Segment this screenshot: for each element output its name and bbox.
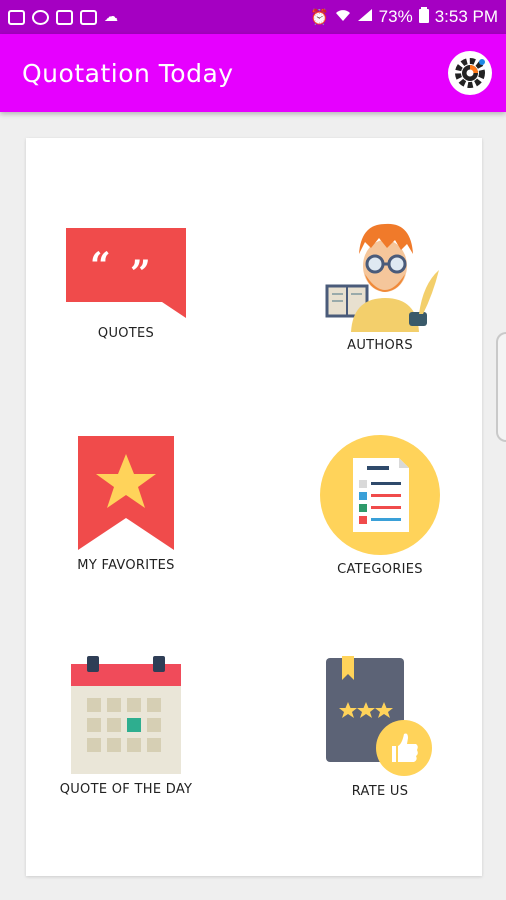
menu-label-rate-us: RATE US <box>351 784 409 799</box>
notification-icons: ☁ <box>8 9 118 25</box>
quote-bubble-icon: “ ” <box>66 228 186 318</box>
authors-button[interactable]: AUTHORS <box>280 214 480 353</box>
battery-percent: 73% <box>378 7 413 26</box>
categories-list-icon <box>320 435 440 555</box>
photo-icon <box>80 9 97 25</box>
svg-text:“: “ <box>90 245 111 287</box>
menu-label-categories: CATEGORIES <box>337 562 423 577</box>
app-title: Quotation Today <box>22 58 234 88</box>
gallery-icon <box>56 9 73 25</box>
categories-button[interactable]: CATEGORIES <box>280 434 480 577</box>
messenger-icon <box>32 9 49 25</box>
signal-icon <box>357 8 373 26</box>
battery-icon <box>418 6 429 28</box>
clock: 3:53 PM <box>434 7 498 26</box>
star-bookmark-icon <box>78 436 174 550</box>
app-bar: Quotation Today <box>0 34 506 112</box>
alarm-icon: ⏰ <box>309 9 329 26</box>
mail-icon <box>8 9 25 25</box>
gear-icon <box>455 58 485 88</box>
my-favorites-button[interactable]: MY FAVORITES <box>26 434 226 573</box>
author-icon <box>325 223 439 332</box>
weather-icon: ☁ <box>104 9 118 25</box>
menu-label-quotes: QUOTES <box>97 326 155 341</box>
svg-text:”: ” <box>130 253 151 295</box>
menu-card: “ ” QUOTES AUTHORS MY FAVORITES CATEGORI… <box>26 138 482 876</box>
settings-button[interactable] <box>448 51 492 95</box>
wifi-icon <box>335 8 351 26</box>
menu-label-quote-of-the-day: QUOTE OF THE DAY <box>59 782 193 797</box>
menu-label-authors: AUTHORS <box>347 338 413 353</box>
rating-book-icon <box>326 656 432 776</box>
menu-label-my-favorites: MY FAVORITES <box>77 558 175 573</box>
edge-panel-handle[interactable] <box>496 332 506 442</box>
status-bar: ☁ ⏰ 73% 3:53 PM <box>0 0 506 34</box>
quotes-button[interactable]: “ ” QUOTES <box>26 226 226 341</box>
quote-of-the-day-button[interactable]: QUOTE OF THE DAY <box>26 654 226 797</box>
calendar-icon <box>71 656 181 774</box>
rate-us-button[interactable]: RATE US <box>280 654 480 799</box>
